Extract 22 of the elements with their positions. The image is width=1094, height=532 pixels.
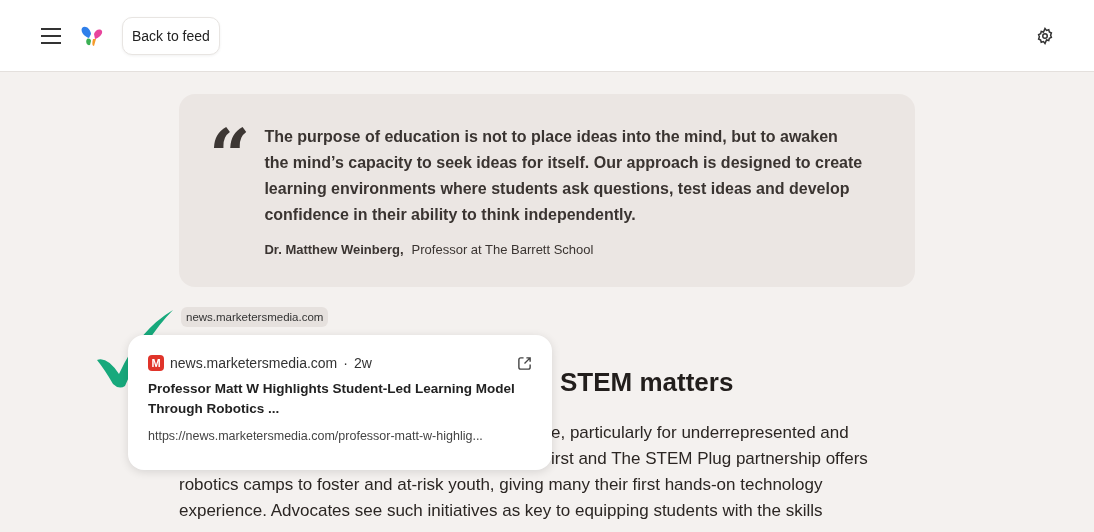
paragraph-line: robotics camps to foster and at-risk youth, giving many their first hands-on technology: [179, 474, 823, 496]
menu-icon[interactable]: [40, 27, 62, 44]
article-age: 2w: [353, 355, 372, 371]
citation-card[interactable]: M news.marketersmedia.com · 2w Professor Matt W Highlights Student-Led Learning Model Through Robotics ... https://news.marketersmedia.com/professor-matt-w-highlig...: [128, 335, 552, 470]
quote-author: Dr. Matthew Weinberg,: [264, 242, 404, 257]
paragraph-line: e, particularly for underrepresented and: [551, 422, 849, 444]
source-name: news.marketersmedia.com: [170, 355, 338, 371]
quote-text: The purpose of education is not to place ideas into the mind, but to awaken the mind’s capacity to seek ideas for itself. Our approach is designed to create learning environments where students ask questions, test ideas and develop confidence in their ability to think independently.: [264, 127, 864, 225]
article-url[interactable]: https://news.marketersmedia.com/professor-matt-w-highlig...: [148, 429, 532, 443]
citation-chip[interactable]: news.marketersmedia.com: [181, 307, 329, 327]
quote-mark: “: [209, 124, 251, 168]
butterfly-logo-icon[interactable]: [80, 24, 104, 47]
site-favicon: M: [148, 355, 164, 371]
paragraph-line: irst and The STEM Plug partnership offers: [551, 448, 868, 470]
author-role: Professor at The Barrett School: [411, 242, 594, 257]
dot-separator: ·: [343, 355, 348, 371]
settings-icon[interactable]: [1036, 26, 1054, 45]
article-title-link[interactable]: Professor Matt W Highlights Student-Led Learning Model Through Robotics ...: [148, 379, 532, 419]
section-heading: STEM matters: [560, 367, 734, 398]
back-to-feed-button[interactable]: Back to feed: [122, 16, 220, 55]
paragraph-line: experience. Advocates see such initiatives as key to equipping students with the skills: [179, 500, 823, 522]
external-link-icon[interactable]: [517, 355, 532, 371]
